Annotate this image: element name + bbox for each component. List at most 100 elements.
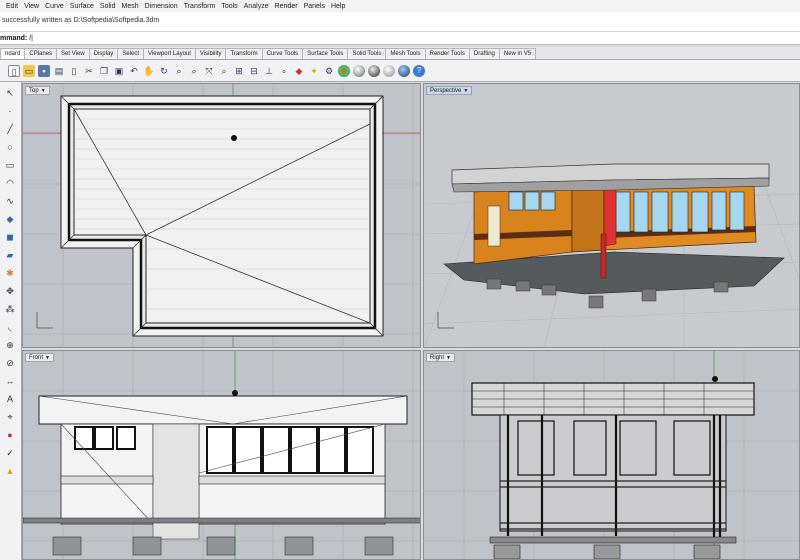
undo-icon[interactable]: ↶: [128, 65, 140, 77]
menu-item-dimension[interactable]: Dimension: [145, 3, 178, 10]
circle-tool-icon[interactable]: ○: [2, 140, 18, 154]
viewport-label-top[interactable]: Top ▼: [25, 86, 50, 95]
grid-icon[interactable]: ⊟: [248, 65, 260, 77]
front-viewport[interactable]: Front ▼: [22, 350, 421, 560]
tab-drafting[interactable]: Drafting: [468, 48, 500, 59]
select-icon[interactable]: ↖: [2, 86, 18, 100]
tab-transform[interactable]: Transform: [225, 48, 263, 59]
import-icon[interactable]: ▯: [68, 65, 80, 77]
rectangle-tool-icon[interactable]: ▭: [2, 158, 18, 172]
top-view-drawing: [23, 84, 420, 347]
transform-tool-icon[interactable]: ✥: [2, 284, 18, 298]
render-icon[interactable]: [353, 64, 365, 77]
print-icon[interactable]: ▤: [53, 65, 65, 77]
split-tool-icon[interactable]: ⊘: [2, 356, 18, 370]
point-tool-icon[interactable]: ·: [2, 104, 18, 118]
tab-select[interactable]: Select: [117, 48, 144, 59]
top-viewport[interactable]: Top ▼: [22, 83, 421, 348]
command-line[interactable]: mmand:/|: [0, 31, 800, 45]
paste-icon[interactable]: ▣: [113, 65, 125, 77]
menu-item-mesh[interactable]: Mesh: [122, 3, 139, 10]
boolean-tool-icon[interactable]: ⊕: [2, 338, 18, 352]
menu-bar: Edit View Curve Surface Solid Mesh Dimension Tr…: [0, 0, 800, 12]
tab-mesh-tools[interactable]: Mesh Tools: [385, 48, 426, 59]
dimension-tool-icon[interactable]: ↔: [2, 374, 18, 388]
lightbulb-icon[interactable]: ✦: [308, 65, 320, 77]
mesh-tool-icon[interactable]: ✱: [2, 266, 18, 280]
surface-tool-icon[interactable]: ◆: [2, 212, 18, 226]
globe-icon[interactable]: [398, 64, 410, 77]
tab-cplanes[interactable]: CPlanes: [24, 48, 58, 59]
chevron-down-icon[interactable]: ▼: [41, 88, 46, 94]
zoom-window-icon[interactable]: ⌕: [188, 65, 200, 77]
properties-icon[interactable]: ⚙: [323, 65, 335, 77]
front-view-drawing: [23, 351, 420, 559]
tab-curve-tools[interactable]: Curve Tools: [261, 48, 304, 59]
menu-item-surface[interactable]: Surface: [70, 3, 94, 10]
command-input[interactable]: /|: [29, 35, 33, 42]
chevron-down-icon[interactable]: ▼: [463, 88, 468, 94]
menu-item-view[interactable]: View: [24, 3, 39, 10]
menu-item-analyze[interactable]: Analyze: [244, 3, 269, 10]
tab-visibility[interactable]: Visibility: [194, 48, 227, 59]
sphere-icon[interactable]: [368, 64, 380, 77]
fillet-tool-icon[interactable]: ◟: [2, 320, 18, 334]
line-tool-icon[interactable]: ╱: [2, 122, 18, 136]
history-line: successfully written as D:\Softpedia\Sof…: [2, 17, 160, 24]
menu-item-help[interactable]: Help: [331, 3, 345, 10]
text-tool-icon[interactable]: A: [2, 392, 18, 406]
viewport-label-perspective[interactable]: Perspective ▼: [426, 86, 473, 95]
warning-tool-icon[interactable]: ▲: [2, 464, 18, 478]
menu-item-edit[interactable]: Edit: [6, 3, 18, 10]
arc-tool-icon[interactable]: ◠: [2, 176, 18, 190]
menu-item-transform[interactable]: Transform: [184, 3, 216, 10]
chevron-down-icon[interactable]: ▼: [45, 355, 50, 361]
material-icon[interactable]: [383, 64, 395, 77]
zoom-icon[interactable]: ⌕: [173, 65, 185, 77]
command-history: successfully written as D:\Softpedia\Sof…: [0, 12, 800, 31]
analyze-tool-icon[interactable]: ⌖: [2, 410, 18, 424]
rotate-view-icon[interactable]: ↻: [158, 65, 170, 77]
tab-render-tools[interactable]: Render Tools: [424, 48, 470, 59]
viewport-label-front[interactable]: Front ▼: [25, 353, 54, 362]
curve-tool-icon[interactable]: ∿: [2, 194, 18, 208]
tab-display[interactable]: Display: [88, 48, 119, 59]
tab-viewport-layout[interactable]: Viewport Layout: [143, 48, 196, 59]
menu-item-solid[interactable]: Solid: [100, 3, 116, 10]
color-wheel-icon[interactable]: [338, 64, 350, 77]
tab-new-in-v5[interactable]: New in V5: [498, 48, 537, 59]
save-icon[interactable]: ▪: [38, 64, 50, 77]
zoom-selected-icon[interactable]: ⌕: [218, 65, 230, 77]
cut-icon[interactable]: ✂: [83, 65, 95, 77]
right-view-drawing: [424, 351, 799, 559]
tab-ndard[interactable]: ndard: [0, 48, 26, 59]
copy-icon[interactable]: ❐: [98, 65, 110, 77]
point-icon[interactable]: ∘: [278, 65, 290, 77]
pan-icon[interactable]: ✋: [143, 65, 155, 77]
viewport-label-right[interactable]: Right ▼: [426, 353, 455, 362]
toolbar-tabs: ndard CPlanes Set View Display Select Viewpor…: [0, 47, 800, 60]
tab-surface-tools[interactable]: Surface Tools: [302, 48, 349, 59]
tab-set-view[interactable]: Set View: [56, 48, 90, 59]
layer-icon[interactable]: ◆: [293, 65, 305, 77]
open-icon[interactable]: ▭: [23, 64, 35, 77]
array-tool-icon[interactable]: ⁂: [2, 302, 18, 316]
four-viewports-icon[interactable]: ⊞: [233, 65, 245, 77]
help-icon[interactable]: ?: [413, 64, 425, 77]
tab-solid-tools[interactable]: Solid Tools: [347, 48, 387, 59]
solid-tool-icon[interactable]: ◼: [2, 230, 18, 244]
menu-item-render[interactable]: Render: [275, 3, 298, 10]
menu-item-curve[interactable]: Curve: [45, 3, 64, 10]
new-icon[interactable]: ▯: [8, 64, 20, 77]
zoom-extents-icon[interactable]: ⤧: [203, 65, 215, 77]
cplane-icon[interactable]: ⊥: [263, 65, 275, 77]
chevron-down-icon[interactable]: ▼: [446, 355, 451, 361]
menu-item-panels[interactable]: Panels: [304, 3, 325, 10]
check-tool-icon[interactable]: ✓: [2, 446, 18, 460]
right-viewport[interactable]: Right ▼: [423, 350, 800, 560]
perspective-viewport[interactable]: Perspective ▼: [423, 83, 800, 348]
render-tool-icon[interactable]: ●: [2, 428, 18, 442]
menu-item-tools[interactable]: Tools: [221, 3, 237, 10]
perspective-view-drawing: [424, 84, 799, 347]
extrude-tool-icon[interactable]: ▰: [2, 248, 18, 262]
